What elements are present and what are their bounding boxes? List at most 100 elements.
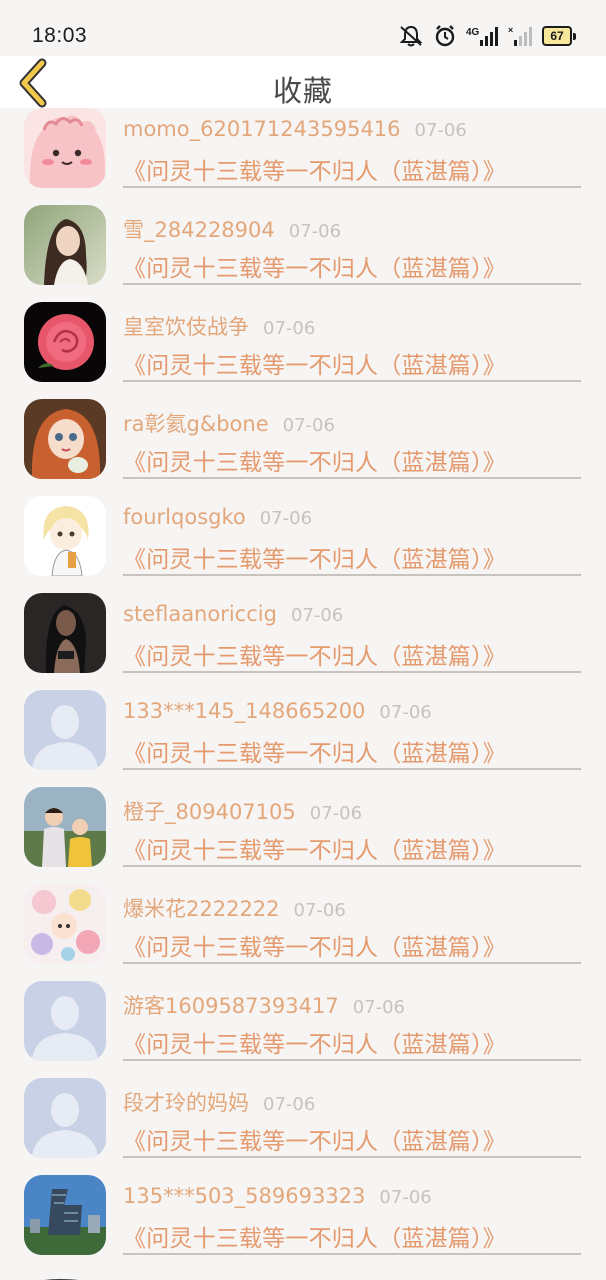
book-title-link[interactable]: 《问灵十三载等一不归人（蓝湛篇）》 [123,1122,506,1156]
username[interactable]: steflaanoriccig 07-06 [123,602,343,626]
book-title-link[interactable]: 《问灵十三载等一不归人（蓝湛篇）》 [123,540,506,574]
book-title-link[interactable]: 《问灵十三载等一不归人（蓝湛篇）》 [123,928,506,962]
row-divider [123,768,581,770]
username[interactable]: 游客1609587393417 07-06 [123,990,405,1020]
list-item[interactable]: steflaanoriccig 07-06 《问灵十三载等一不归人（蓝湛篇）》 [0,593,606,690]
book-title-link[interactable]: 《问灵十三载等一不归人（蓝湛篇）》 [123,1219,506,1253]
row-divider [123,1156,581,1158]
collect-date: 07-06 [379,1187,432,1208]
mute-bell-icon [398,24,424,48]
default-user-avatar[interactable] [24,690,106,770]
status-bar: 18:03 4G × 67 [0,0,606,56]
list-item[interactable]: 135***503_589693323 07-06 《问灵十三载等一不归人（蓝湛篇… [0,1175,606,1272]
doll-avatar[interactable] [24,399,106,479]
row-divider [123,671,581,673]
book-title-link[interactable]: 《问灵十三载等一不归人（蓝湛篇）》 [123,1025,506,1059]
signal-x-icon: × [508,24,532,48]
cartoon-collage-avatar[interactable] [24,884,106,964]
book-title-link[interactable]: 《问灵十三载等一不归人（蓝湛篇）》 [123,346,506,380]
book-title-link[interactable]: 《问灵十三载等一不归人（蓝湛篇）》 [123,152,506,186]
username[interactable]: 133***145_148665200 07-06 [123,699,432,723]
collect-date: 07-06 [288,221,342,242]
row-divider [123,865,581,867]
list-item[interactable]: 爆米花2222222 07-06 《问灵十三载等一不归人（蓝湛篇）》 [0,884,606,981]
building-photo-avatar[interactable] [24,1175,106,1255]
battery-cap [573,32,576,40]
collect-date: 07-06 [309,803,363,824]
list-item[interactable]: 橙子_809407105 07-06 《问灵十三载等一不归人（蓝湛篇）》 [0,787,606,884]
collect-date: 07-06 [352,997,406,1018]
signal-4g-icon: 4G [466,24,498,48]
list-item[interactable]: fourlqosgko 07-06 《问灵十三载等一不归人（蓝湛篇）》 [0,496,606,593]
list-item[interactable]: 133***145_148665200 07-06 《问灵十三载等一不归人（蓝湛篇… [0,690,606,787]
book-title-link[interactable]: 《问灵十三载等一不归人（蓝湛篇）》 [123,637,506,671]
battery-icon: 67 [542,26,576,46]
cartoon-girl-avatar[interactable] [24,496,106,576]
list-item[interactable]: 雪_284228904 07-06 《问灵十三载等一不归人（蓝湛篇）》 [0,205,606,302]
username[interactable]: 雪_284228904 07-06 [123,214,341,244]
svg-text:4G: 4G [466,27,480,38]
row-divider [123,1059,581,1061]
username[interactable]: 爆米花2222222 07-06 [123,893,346,923]
username[interactable]: 皇室饮伎战争 07-06 [123,311,315,341]
row-divider [123,962,581,964]
row-divider [123,477,581,479]
rose-avatar[interactable] [24,302,106,382]
list-item[interactable]: momo_620171243595416 07-06 《问灵十三载等一不归人（蓝湛… [0,108,606,205]
username-text: ra彰氦g&bone [123,412,269,436]
collect-date: 07-06 [282,415,335,436]
battery-level: 67 [542,26,572,46]
collect-date: 07-06 [414,120,467,141]
list-item[interactable]: 游客1609587393417 07-06 《问灵十三载等一不归人（蓝湛篇）》 [0,981,606,1078]
book-title-link[interactable]: 《问灵十三载等一不归人（蓝湛篇）》 [123,831,506,865]
next-row-peek [0,1272,606,1280]
status-time: 18:03 [32,24,88,47]
username-text: 皇室饮伎战争 [123,315,249,339]
favorites-screen: 18:03 4G × 67 收藏 momo_620171243595416 07… [0,0,606,1280]
list-item[interactable]: 段才玲的妈妈 07-06 《问灵十三载等一不归人（蓝湛篇）》 [0,1078,606,1175]
status-icons: 4G × 67 [398,22,576,50]
username-text: 135***503_589693323 [123,1184,366,1208]
book-title-link[interactable]: 《问灵十三载等一不归人（蓝湛篇）》 [123,249,506,283]
book-title-link[interactable]: 《问灵十三载等一不归人（蓝湛篇）》 [123,443,506,477]
collect-date: 07-06 [263,1094,316,1115]
username-text: 雪_284228904 [123,218,275,242]
default-user-avatar[interactable] [24,981,106,1061]
header: 收藏 [0,56,606,108]
collect-date: 07-06 [290,605,344,626]
row-divider [123,574,581,576]
collect-date: 07-06 [259,508,313,529]
row-divider [123,380,581,382]
book-title-link[interactable]: 《问灵十三载等一不归人（蓝湛篇）》 [123,734,506,768]
row-divider [123,1253,581,1255]
username-text: 133***145_148665200 [123,699,366,723]
girl-photo-avatar[interactable] [24,205,106,285]
username[interactable]: 橙子_809407105 07-06 [123,796,362,826]
username-text: fourlqosgko [123,505,246,529]
username[interactable]: 135***503_589693323 07-06 [123,1184,432,1208]
default-user-avatar[interactable] [24,1078,106,1158]
list-item[interactable]: 皇室饮伎战争 07-06 《问灵十三载等一不归人（蓝湛篇）》 [0,302,606,399]
pink-blob-avatar[interactable] [24,108,106,188]
list-item[interactable]: ra彰氦g&bone 07-06 《问灵十三载等一不归人（蓝湛篇）》 [0,399,606,496]
username-text: steflaanoriccig [123,602,277,626]
username[interactable]: fourlqosgko 07-06 [123,505,312,529]
collect-date: 07-06 [293,900,346,921]
kids-photo-avatar[interactable] [24,787,106,867]
page-title: 收藏 [272,74,333,108]
row-divider [123,186,581,188]
username-text: momo_620171243595416 [123,117,401,141]
username-text: 爆米花2222222 [123,897,280,921]
row-divider [123,283,581,285]
collect-date: 07-06 [263,318,316,339]
username-text: 橙子_809407105 [123,800,296,824]
username[interactable]: ra彰氦g&bone 07-06 [123,408,335,438]
username[interactable]: 段才玲的妈妈 07-06 [123,1087,315,1117]
dark-photo-avatar[interactable] [24,593,106,673]
alarm-icon [434,24,456,48]
username-text: 游客1609587393417 [123,994,339,1018]
username[interactable]: momo_620171243595416 07-06 [123,117,467,141]
svg-text:×: × [508,25,513,35]
username-text: 段才玲的妈妈 [123,1091,249,1115]
collect-date: 07-06 [379,702,432,723]
